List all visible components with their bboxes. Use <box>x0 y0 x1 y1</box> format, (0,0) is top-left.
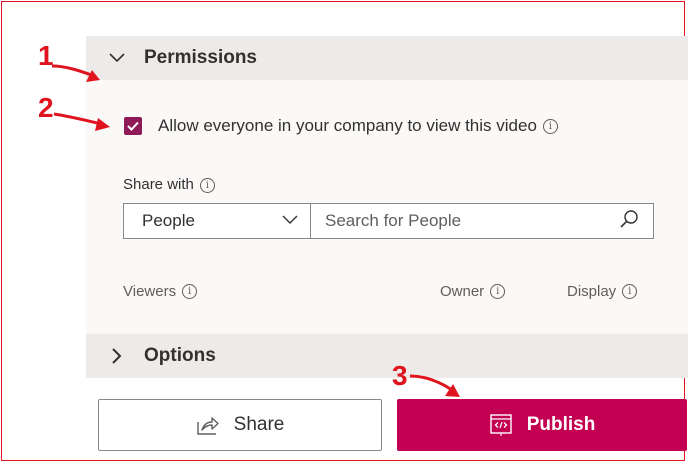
info-icon[interactable]: i <box>542 118 558 134</box>
info-icon[interactable]: i <box>182 284 198 299</box>
viewers-column-header: Viewers i <box>123 283 198 300</box>
info-icon[interactable]: i <box>199 177 215 193</box>
checkmark-icon <box>127 121 139 131</box>
permissions-title: Permissions <box>144 47 257 68</box>
chevron-down-icon <box>282 212 298 230</box>
chevron-right-icon <box>106 345 128 367</box>
options-title: Options <box>144 345 216 366</box>
info-icon[interactable]: i <box>622 284 638 299</box>
options-section-header[interactable]: Options <box>86 334 688 378</box>
annotation-number-3: 3 <box>392 360 408 391</box>
search-placeholder: Search for People <box>325 211 462 230</box>
publish-button-label: Publish <box>526 414 596 435</box>
allow-everyone-label: Allow everyone in your company to view t… <box>158 116 537 135</box>
permissions-section-header[interactable]: Permissions <box>86 36 688 80</box>
share-with-label: Share with <box>123 176 194 193</box>
people-search-input[interactable]: Search for People <box>311 203 654 239</box>
share-icon <box>196 414 220 436</box>
share-with-select-value: People <box>142 211 195 230</box>
publish-embed-icon <box>489 413 513 437</box>
display-column-header: Display i <box>567 283 638 300</box>
share-with-label-row: Share with i <box>123 176 215 193</box>
annotation-arrow-1 <box>51 64 100 82</box>
annotation-arrow-3 <box>409 374 460 397</box>
share-button[interactable]: Share <box>98 399 382 451</box>
publish-button[interactable]: Publish <box>397 399 687 451</box>
annotation-arrow-2 <box>53 112 110 131</box>
search-icon[interactable] <box>619 209 639 234</box>
share-with-select[interactable]: People <box>123 203 311 239</box>
allow-everyone-checkbox[interactable] <box>124 117 142 135</box>
info-icon[interactable]: i <box>490 284 506 299</box>
allow-everyone-row: Allow everyone in your company to view t… <box>124 116 558 136</box>
share-button-label: Share <box>233 414 285 435</box>
owner-column-header: Owner i <box>440 283 506 300</box>
